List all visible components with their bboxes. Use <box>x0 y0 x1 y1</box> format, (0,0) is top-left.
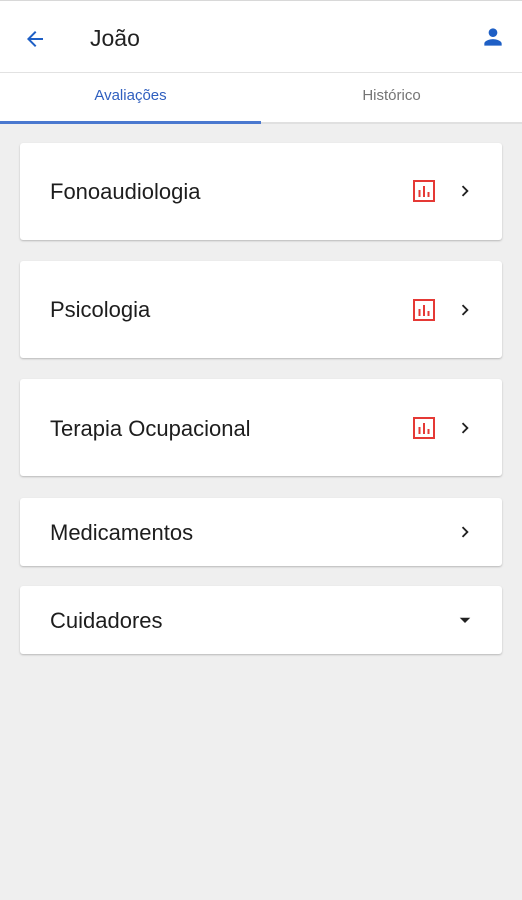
caret-down-icon[interactable] <box>456 611 474 629</box>
chevron-right-icon <box>461 526 469 538</box>
back-button[interactable] <box>18 22 52 56</box>
report-chart-icon[interactable] <box>412 298 436 322</box>
card-label: Terapia Ocupacional <box>50 416 251 441</box>
chevron-right-icon <box>461 185 469 197</box>
card-label: Medicamentos <box>50 520 194 545</box>
report-chart-icon[interactable] <box>412 179 436 203</box>
tab-avaliacoes[interactable]: Avaliações <box>0 73 261 124</box>
page-title: João <box>90 25 140 51</box>
card-label: Fonoaudiologia <box>50 179 201 204</box>
card-psicologia[interactable]: Psicologia <box>20 261 502 358</box>
report-chart-icon[interactable] <box>412 416 436 440</box>
chevron-right-icon <box>461 422 469 434</box>
card-fonoaudiologia[interactable]: Fonoaudiologia <box>20 143 502 240</box>
arrow-back-icon <box>27 31 43 47</box>
card-label: Cuidadores <box>50 608 163 633</box>
person-icon <box>484 28 502 46</box>
tab-historico[interactable]: Histórico <box>261 73 522 122</box>
card-terapia-ocupacional[interactable]: Terapia Ocupacional <box>20 379 502 476</box>
card-medicamentos[interactable]: Medicamentos <box>20 498 502 566</box>
chevron-right-icon <box>461 304 469 316</box>
card-label: Psicologia <box>50 297 151 322</box>
profile-button[interactable] <box>478 22 508 52</box>
tab-bar: Avaliações Histórico <box>0 72 522 124</box>
app-bar: João <box>0 0 522 72</box>
card-cuidadores[interactable]: Cuidadores <box>20 586 502 654</box>
